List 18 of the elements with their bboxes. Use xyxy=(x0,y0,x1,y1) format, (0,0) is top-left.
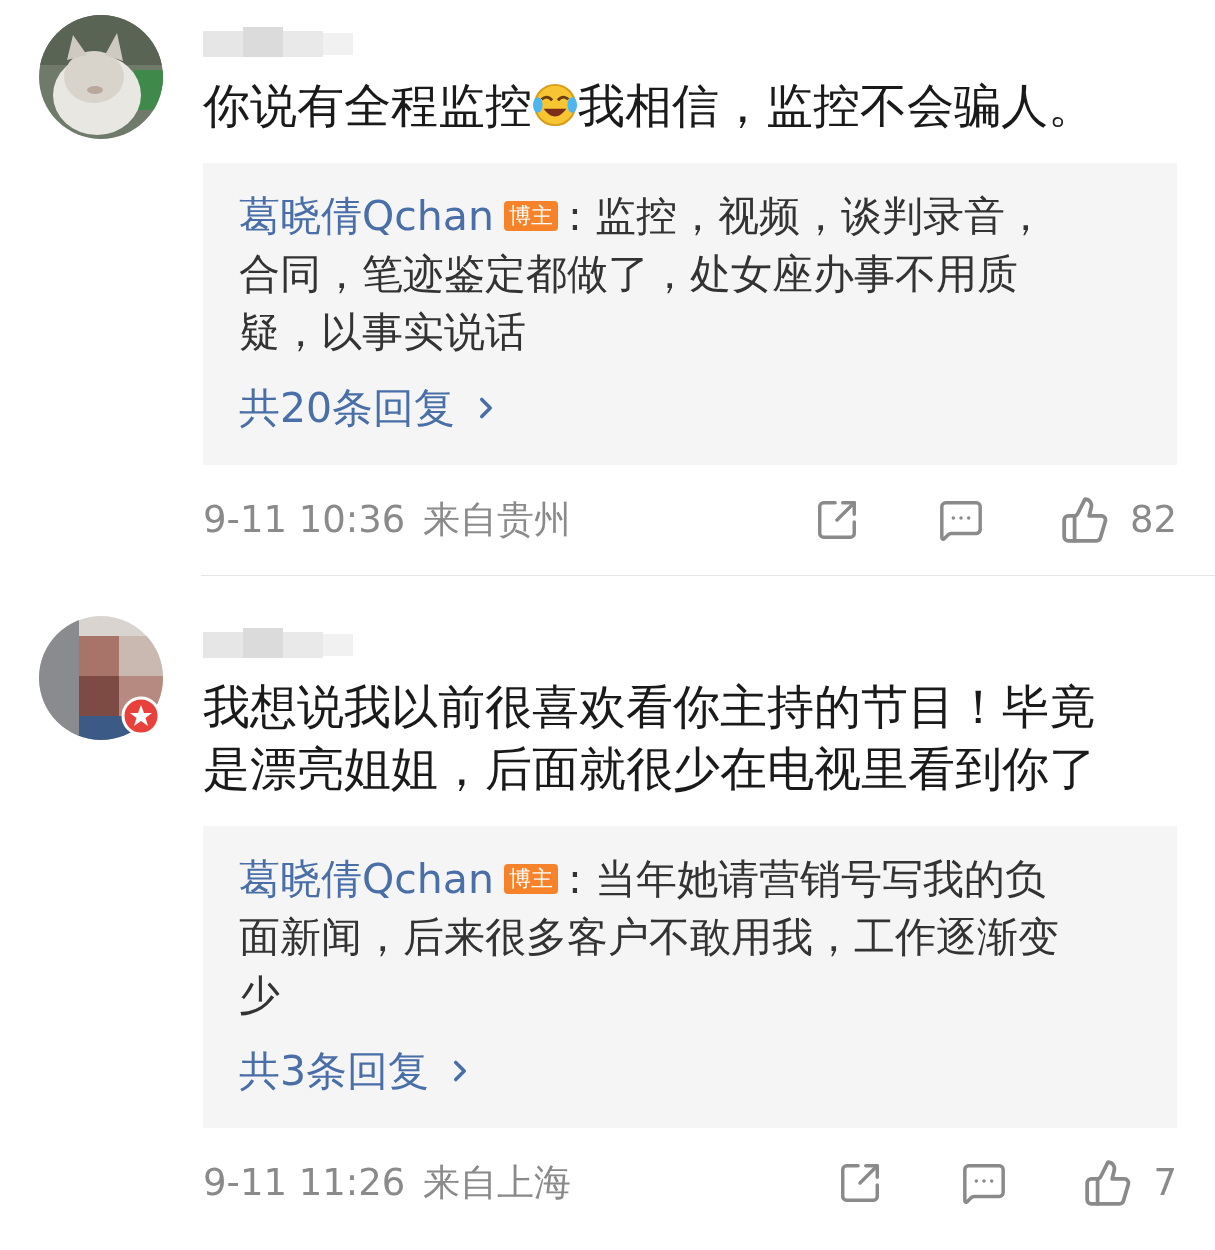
comment-text: 你说有全程监控 我相信，监控不会骗人。 xyxy=(203,77,1096,135)
author-link[interactable]: 葛晓倩Qchan xyxy=(239,855,494,903)
comment-text: 我想说我以前很喜欢看你主持的节目！毕竟是漂亮姐姐，后面就很少在电视里看到你了 xyxy=(203,678,1097,798)
reply-text: 葛晓倩Qchan 博主 : 监控，视频，谈判录音，合同，笔迹鉴定都做了，处女座办事不用质疑，以事实说话 xyxy=(239,191,1047,358)
reply-text: 葛晓倩Qchan 博主 : 当年她请营销号写我的负面新闻，后来很多客户不敢用我，工作逐渐变少 xyxy=(239,854,1060,1021)
like-count: 7 xyxy=(1153,1160,1177,1206)
more-replies-link[interactable]: 共20条回复 xyxy=(239,383,504,433)
comment-time: 9-11 11:26 xyxy=(203,1160,406,1206)
laughing-emoji-icon xyxy=(532,82,578,128)
comment-location: 来自上海 xyxy=(423,1160,572,1206)
like-icon[interactable] xyxy=(1059,495,1110,545)
blogger-badge: 博主 xyxy=(503,864,558,894)
comment-time: 9-11 10:36 xyxy=(203,497,406,543)
comment-location: 来自贵州 xyxy=(423,497,572,543)
more-replies-link[interactable]: 共3条回复 xyxy=(239,1046,478,1096)
author-link[interactable]: 葛晓倩Qchan xyxy=(239,192,494,240)
blogger-badge: 博主 xyxy=(503,201,558,231)
like-count: 82 xyxy=(1129,497,1177,543)
